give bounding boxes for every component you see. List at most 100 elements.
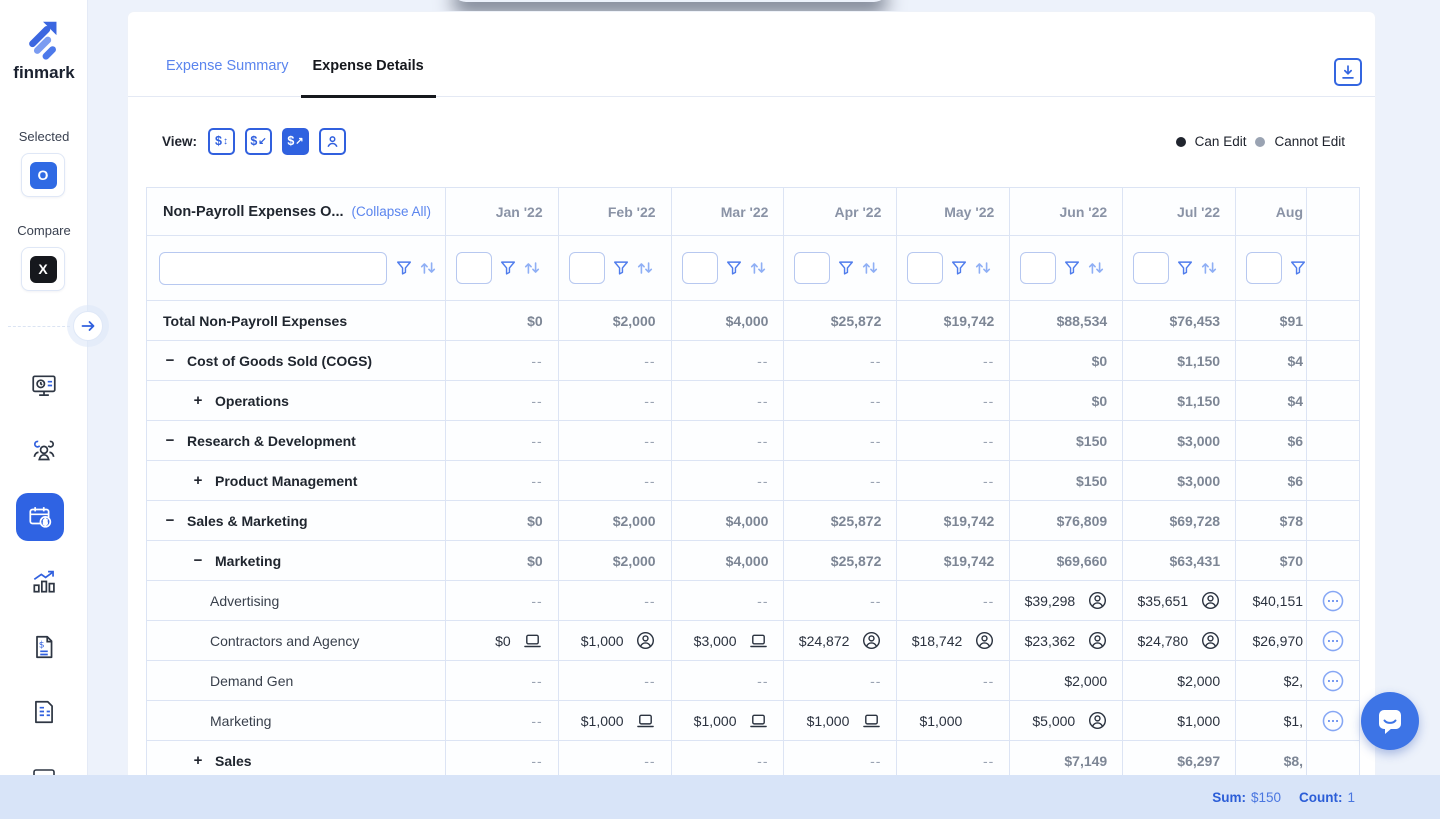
value-cell[interactable]: $3,000: [1123, 461, 1236, 500]
row-options-button[interactable]: [1322, 590, 1344, 612]
value-cell[interactable]: --: [784, 741, 897, 775]
month-filter-button[interactable]: [837, 259, 855, 277]
value-cell[interactable]: $1,000: [559, 621, 672, 660]
month-sort-button[interactable]: [1086, 259, 1106, 277]
month-sort-button[interactable]: [635, 259, 655, 277]
value-cell[interactable]: --: [559, 341, 672, 380]
value-cell[interactable]: --: [446, 461, 559, 500]
value-cell[interactable]: $2,000: [1123, 661, 1236, 700]
month-filter-button[interactable]: [725, 259, 743, 277]
value-cell[interactable]: $2,000: [559, 501, 672, 540]
value-cell[interactable]: --: [784, 581, 897, 620]
value-cell[interactable]: $78: [1236, 501, 1307, 540]
month-filter-button[interactable]: [950, 259, 968, 277]
value-cell[interactable]: $1,000: [784, 701, 897, 740]
value-cell[interactable]: $4,000: [672, 541, 785, 580]
value-cell[interactable]: $1,150: [1123, 341, 1236, 380]
value-cell[interactable]: $2,000: [559, 301, 672, 340]
value-cell[interactable]: $26,970: [1236, 621, 1307, 660]
value-cell[interactable]: $5,000: [1010, 701, 1123, 740]
value-cell[interactable]: $2,000: [1010, 661, 1123, 700]
value-cell[interactable]: $3,000: [1123, 421, 1236, 460]
month-filter-button[interactable]: [1289, 259, 1307, 277]
value-cell[interactable]: --: [446, 421, 559, 460]
value-cell[interactable]: $25,872: [784, 301, 897, 340]
value-cell[interactable]: --: [446, 581, 559, 620]
collapse-all-link[interactable]: (Collapse All): [352, 204, 432, 219]
chat-widget-button[interactable]: [1361, 692, 1419, 750]
value-cell[interactable]: --: [672, 461, 785, 500]
value-cell[interactable]: $24,780: [1123, 621, 1236, 660]
sidebar-collapse-button[interactable]: [73, 311, 103, 341]
value-cell[interactable]: $25,872: [784, 541, 897, 580]
month-filter-input[interactable]: [1020, 252, 1056, 284]
value-cell[interactable]: $4,000: [672, 501, 785, 540]
value-cell[interactable]: --: [897, 661, 1010, 700]
value-cell[interactable]: $1,000: [1123, 701, 1236, 740]
value-cell[interactable]: $69,728: [1123, 501, 1236, 540]
value-cell[interactable]: $1,150: [1123, 381, 1236, 420]
value-cell[interactable]: --: [559, 461, 672, 500]
value-cell[interactable]: --: [897, 341, 1010, 380]
value-cell[interactable]: $6: [1236, 461, 1307, 500]
value-cell[interactable]: --: [672, 421, 785, 460]
value-cell[interactable]: $19,742: [897, 501, 1010, 540]
value-cell[interactable]: $35,651: [1123, 581, 1236, 620]
month-filter-button[interactable]: [1063, 259, 1081, 277]
label-filter-button[interactable]: [395, 259, 413, 277]
selected-scenario-button[interactable]: O: [21, 153, 65, 197]
sidebar-item-expenses-active[interactable]: $: [16, 493, 64, 541]
value-cell[interactable]: --: [559, 381, 672, 420]
value-cell[interactable]: $2,: [1236, 661, 1307, 700]
month-filter-button[interactable]: [499, 259, 517, 277]
month-sort-button[interactable]: [1199, 259, 1219, 277]
row-minus-toggle[interactable]: −: [163, 512, 177, 529]
value-cell[interactable]: --: [672, 341, 785, 380]
value-cell[interactable]: $88,534: [1010, 301, 1123, 340]
value-cell[interactable]: --: [672, 741, 785, 775]
row-minus-toggle[interactable]: −: [191, 552, 205, 569]
row-options-button[interactable]: [1322, 670, 1344, 692]
view-button-dollar-in[interactable]: $↙: [245, 128, 272, 155]
sidebar-item-reports[interactable]: [0, 698, 88, 726]
value-cell[interactable]: $23,362: [1010, 621, 1123, 660]
value-cell[interactable]: --: [446, 701, 559, 740]
value-cell[interactable]: $0: [1010, 381, 1123, 420]
row-options-button[interactable]: [1322, 630, 1344, 652]
month-filter-input[interactable]: [1246, 252, 1282, 284]
row-minus-toggle[interactable]: −: [163, 432, 177, 449]
month-filter-input[interactable]: [907, 252, 943, 284]
value-cell[interactable]: --: [897, 421, 1010, 460]
month-filter-input[interactable]: [682, 252, 718, 284]
tab-expense-summary[interactable]: Expense Summary: [154, 58, 301, 96]
value-cell[interactable]: $0: [1010, 341, 1123, 380]
value-cell[interactable]: $2,000: [559, 541, 672, 580]
value-cell[interactable]: $70: [1236, 541, 1307, 580]
value-cell[interactable]: --: [672, 581, 785, 620]
row-plus-toggle[interactable]: +: [191, 752, 205, 769]
download-button[interactable]: [1334, 58, 1362, 86]
value-cell[interactable]: --: [672, 381, 785, 420]
value-cell[interactable]: $18,742: [897, 621, 1010, 660]
value-cell[interactable]: $19,742: [897, 301, 1010, 340]
value-cell[interactable]: --: [559, 421, 672, 460]
month-filter-input[interactable]: [456, 252, 492, 284]
value-cell[interactable]: --: [897, 581, 1010, 620]
value-cell[interactable]: $1,: [1236, 701, 1307, 740]
tab-expense-details[interactable]: Expense Details: [301, 58, 436, 96]
value-cell[interactable]: $4: [1236, 381, 1307, 420]
value-cell[interactable]: --: [784, 461, 897, 500]
value-cell[interactable]: $0: [446, 541, 559, 580]
value-cell[interactable]: --: [784, 661, 897, 700]
value-cell[interactable]: $39,298: [1010, 581, 1123, 620]
value-cell[interactable]: $4: [1236, 341, 1307, 380]
value-cell[interactable]: $19,742: [897, 541, 1010, 580]
value-cell[interactable]: --: [446, 381, 559, 420]
month-sort-button[interactable]: [748, 259, 768, 277]
month-filter-input[interactable]: [794, 252, 830, 284]
compare-scenario-button[interactable]: X: [21, 247, 65, 291]
value-cell[interactable]: $24,872: [784, 621, 897, 660]
value-cell[interactable]: --: [446, 341, 559, 380]
value-cell[interactable]: --: [446, 741, 559, 775]
row-plus-toggle[interactable]: +: [191, 392, 205, 409]
